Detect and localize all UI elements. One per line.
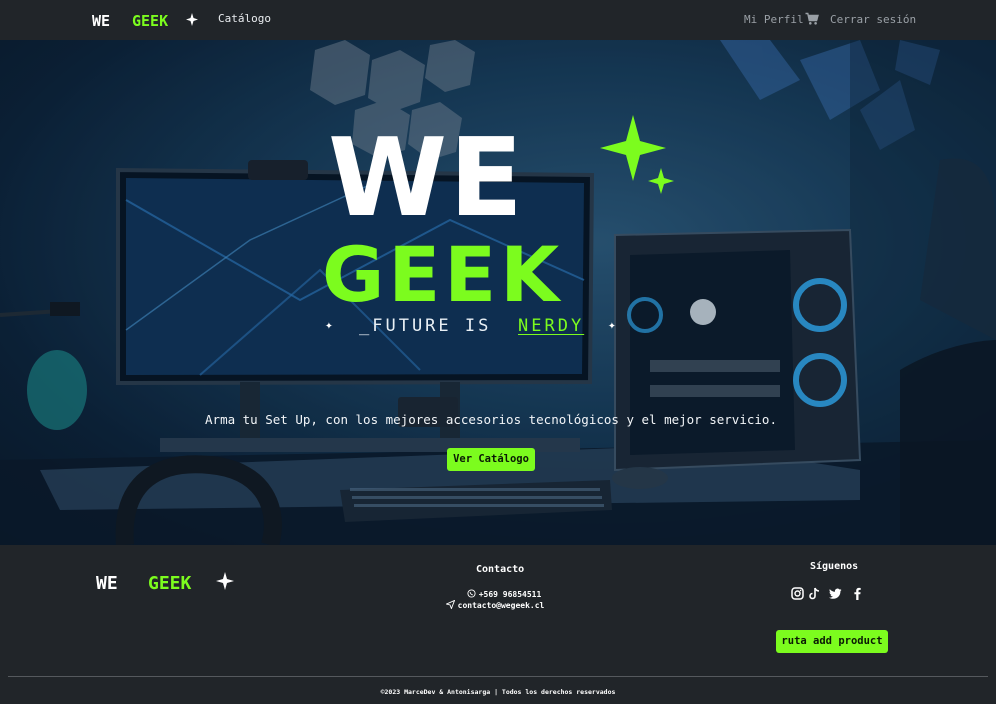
nav-catalog-link[interactable]: Catálogo [218, 12, 271, 25]
twitter-icon[interactable] [829, 587, 842, 600]
contact-phone-text: +569 96854511 [478, 590, 542, 599]
tiktok-icon[interactable] [808, 587, 821, 600]
hero-banner: WE GEEK ✦ _FUTURE IS NERDY ✦ Arma tu Set… [0, 40, 996, 545]
tagline-highlight: NERDY [518, 316, 585, 336]
svg-text:GEEK: GEEK [132, 12, 168, 30]
tagline-prefix: _FUTURE IS [359, 316, 492, 336]
hero-tagline: ✦ _FUTURE IS NERDY ✦ [325, 316, 625, 338]
nav-logout-link[interactable]: Cerrar sesión [830, 13, 916, 26]
contact-phone[interactable]: +569 96854511 [6, 589, 996, 599]
svg-text:WE: WE [92, 12, 110, 30]
svg-text:GEEK: GEEK [322, 230, 563, 305]
hero-description: Arma tu Set Up, con los mejores accesori… [205, 412, 777, 427]
facebook-icon[interactable] [851, 587, 864, 600]
paper-plane-icon [445, 600, 455, 609]
view-catalog-button[interactable]: Ver Catálogo [447, 448, 535, 471]
instagram-icon[interactable] [791, 587, 804, 600]
nav-profile-link[interactable]: Mi Perfil [744, 13, 804, 26]
hero-logo: WE GEEK [322, 115, 674, 305]
add-product-button[interactable]: ruta add product [776, 630, 888, 653]
follow-heading: Síguenos [810, 561, 859, 572]
brand-logo[interactable]: WE GEEK [92, 11, 200, 31]
footer-divider [8, 676, 988, 677]
copyright-text: ©2023 MarceDev & Antonisarga | Todos los… [380, 688, 616, 696]
navbar: WE GEEK Catálogo Mi Perfil Cerrar sesión [0, 0, 996, 40]
contact-heading: Contacto [476, 564, 525, 575]
sparkle-icon: ✦ [325, 318, 336, 333]
sparkle-icon: ✦ [608, 318, 619, 333]
contact-email-text: contacto@wegeek.cl [457, 601, 545, 610]
whatsapp-icon [467, 589, 476, 598]
shopping-cart-icon[interactable] [805, 12, 819, 26]
svg-text:WE: WE [328, 116, 525, 241]
contact-email[interactable]: contacto@wegeek.cl [0, 600, 993, 610]
